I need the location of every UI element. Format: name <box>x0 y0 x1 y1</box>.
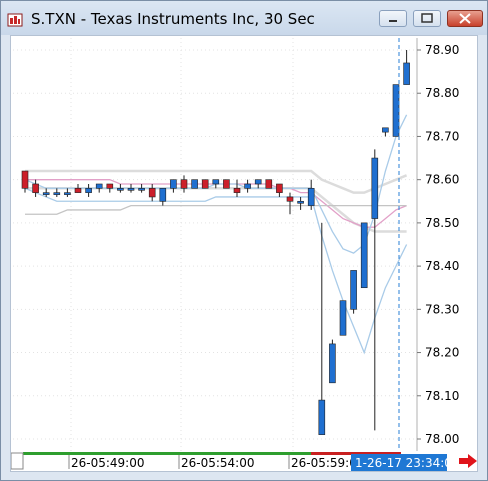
cursor-time-label: 1-26-17 23:34:00 <box>355 456 460 470</box>
candle-body <box>371 157 379 219</box>
price-chart[interactable]: 78.90 78.80 78.70 78.60 78.50 78.40 78.30 78.20… <box>10 36 477 471</box>
price-tick-label: 78.30 <box>425 302 459 316</box>
price-tick-label: 78.40 <box>425 259 459 273</box>
candle-body <box>254 179 262 185</box>
maximize-icon <box>421 13 433 23</box>
candle-body <box>212 179 220 185</box>
candle-body <box>53 192 61 195</box>
candle-body <box>191 179 198 189</box>
candle <box>392 84 400 137</box>
price-tick-label: 78.60 <box>425 173 459 187</box>
candle-body <box>138 188 145 191</box>
candle-body <box>286 196 294 202</box>
plot-background <box>13 38 417 451</box>
candle-body <box>42 192 50 195</box>
candle-body <box>223 179 230 189</box>
chart-window: S.TXN - Texas Instruments Inc, 30 Sec 78… <box>0 0 488 481</box>
close-icon <box>459 13 471 24</box>
candle-body <box>21 170 29 189</box>
candle-body <box>329 343 336 384</box>
candle-body <box>117 188 124 191</box>
price-tick-label: 78.00 <box>425 432 459 446</box>
candle-body <box>95 183 103 189</box>
price-tick-label: 78.10 <box>425 389 459 403</box>
candle <box>339 300 347 336</box>
candle-body <box>382 127 389 133</box>
candle-body <box>159 188 167 202</box>
candle-body <box>403 62 410 85</box>
candle-body <box>360 222 368 289</box>
candle-body <box>127 188 135 191</box>
candle <box>360 222 368 289</box>
window-title: S.TXN - Texas Instruments Inc, 30 Sec <box>31 10 315 28</box>
candle <box>201 179 209 189</box>
right-arrow-icon[interactable] <box>457 453 479 469</box>
time-axis-handle[interactable] <box>10 452 24 470</box>
time-tick-label: 26-05:49:00 <box>71 456 145 470</box>
candle-body <box>32 183 39 193</box>
close-button[interactable] <box>447 10 483 27</box>
candle <box>191 179 198 189</box>
price-tick-label: 78.20 <box>425 346 459 360</box>
maximize-button[interactable] <box>413 10 441 27</box>
time-tick-label: 26-05:54:00 <box>181 456 255 470</box>
candle <box>329 339 336 384</box>
candle-body <box>350 270 357 310</box>
price-tick-label: 78.50 <box>425 216 459 230</box>
candle-body <box>276 183 283 193</box>
price-tick-label: 78.70 <box>425 129 459 143</box>
candle <box>223 179 230 189</box>
candle-body <box>180 179 188 189</box>
candle-body <box>201 179 209 189</box>
candle <box>265 179 273 189</box>
minimize-icon <box>389 20 397 22</box>
chart-app-icon[interactable] <box>7 12 23 28</box>
candle-body <box>339 300 347 336</box>
candle-body <box>307 188 315 206</box>
candle-body <box>318 399 326 435</box>
price-tick-label: 78.90 <box>425 43 459 57</box>
candle-body <box>244 183 251 189</box>
minimize-button[interactable] <box>379 10 407 27</box>
time-axis[interactable]: 26-05:49:00 26-05:54:00 26-05:59:001-26-17… <box>10 451 477 471</box>
candle <box>350 270 357 314</box>
price-tick-label: 78.80 <box>425 86 459 100</box>
candle-body <box>265 179 273 189</box>
chart-grid <box>13 38 418 451</box>
candle-body <box>64 192 71 195</box>
candle-body <box>170 179 177 189</box>
candle-body <box>85 188 92 193</box>
candle-body <box>106 183 114 189</box>
candle-body <box>297 200 304 204</box>
chart-panel[interactable]: 78.90 78.80 78.70 78.60 78.50 78.40 78.30 78.20… <box>10 35 478 472</box>
candle-body <box>392 84 400 137</box>
candle-body <box>148 188 156 198</box>
candle-body <box>74 188 82 193</box>
title-bar[interactable]: S.TXN - Texas Instruments Inc, 30 Sec <box>1 1 487 35</box>
price-axis[interactable]: 78.90 78.80 78.70 78.60 78.50 78.40 78.30 78.20… <box>417 43 459 446</box>
candle-body <box>233 188 241 193</box>
